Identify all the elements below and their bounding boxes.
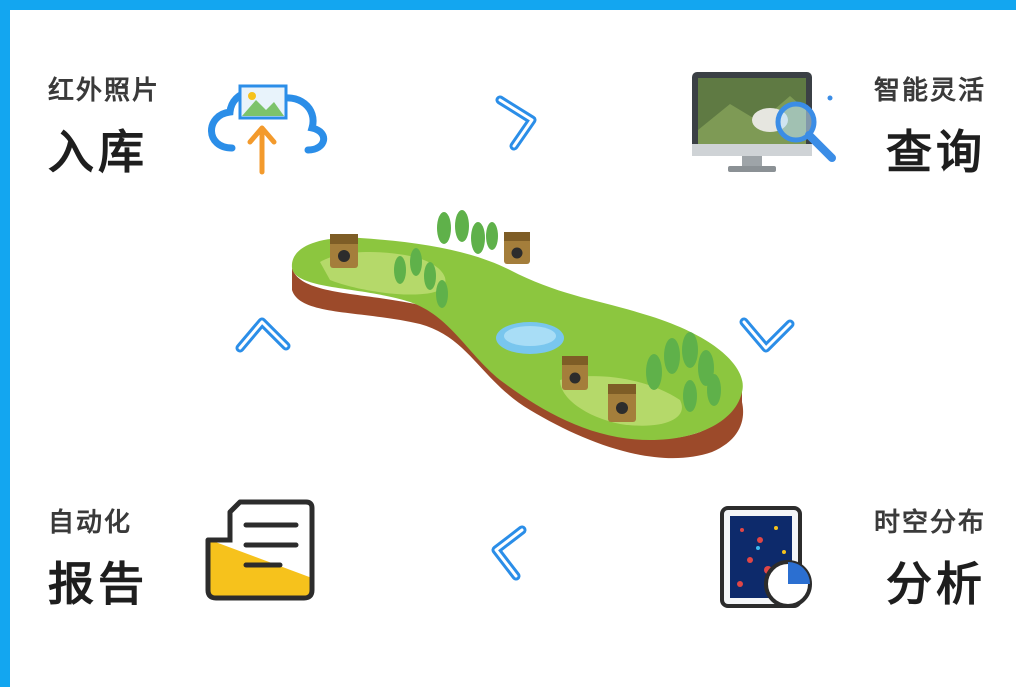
camera-trap: [330, 234, 358, 268]
arrow-down-icon: [739, 317, 795, 353]
camera-trap: [562, 356, 588, 390]
arrow-left-icon: [491, 525, 527, 581]
camera-trap: [504, 232, 530, 264]
arrow-right-icon: [495, 95, 537, 151]
cloud-upload-icon: [208, 84, 327, 175]
monitor-search-icon: [692, 72, 836, 172]
map-chart-icon: [720, 506, 812, 608]
illustration-layer: [205, 72, 836, 608]
camera-trap: [608, 384, 636, 422]
island-camera-trap-icon: [291, 210, 744, 459]
document-report-icon: [205, 499, 315, 601]
workflow-stage: 红外照片 入库 智能灵活 查询 自动化 报告 时空分布 分析: [0, 0, 1016, 687]
arrow-up-icon: [235, 317, 291, 353]
